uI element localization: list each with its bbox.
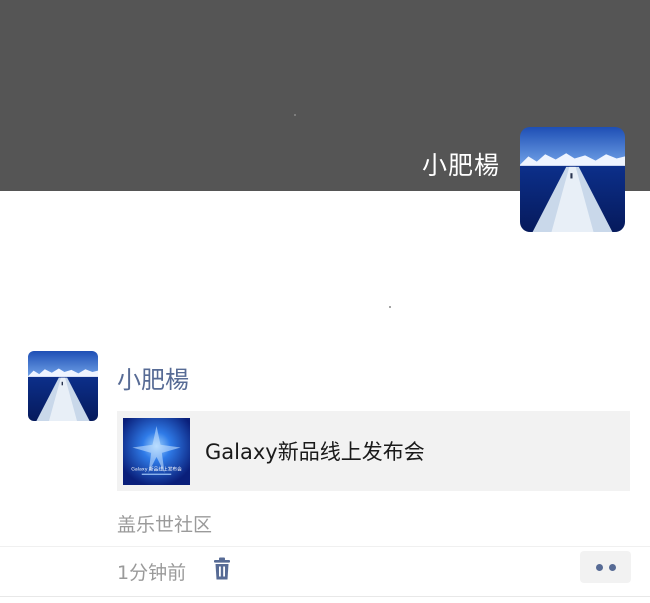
post-time: 1分钟前	[117, 562, 187, 584]
cover-speck	[294, 114, 296, 116]
post-source[interactable]: 盖乐世社区	[117, 510, 212, 537]
divider	[0, 546, 650, 547]
bottom-divider	[0, 596, 650, 597]
shared-link-card[interactable]: Galaxy 新品线上发布会 Galaxy新品线上发布会	[117, 411, 630, 491]
more-icon-dot	[608, 563, 616, 571]
post-author-name[interactable]: 小肥楊	[117, 360, 189, 395]
more-button[interactable]	[580, 551, 631, 583]
page-speck	[389, 306, 391, 308]
link-thumbnail: Galaxy 新品线上发布会	[123, 417, 190, 485]
avatar-image	[520, 127, 625, 232]
cover-avatar[interactable]	[520, 127, 625, 232]
avatar-image	[28, 351, 98, 421]
cover-user-name[interactable]: 小肥楊	[422, 146, 500, 182]
trash-icon[interactable]	[211, 557, 233, 581]
more-icon-dot	[595, 563, 603, 571]
post-author-avatar[interactable]	[28, 351, 98, 421]
link-title: Galaxy新品线上发布会	[205, 440, 425, 464]
